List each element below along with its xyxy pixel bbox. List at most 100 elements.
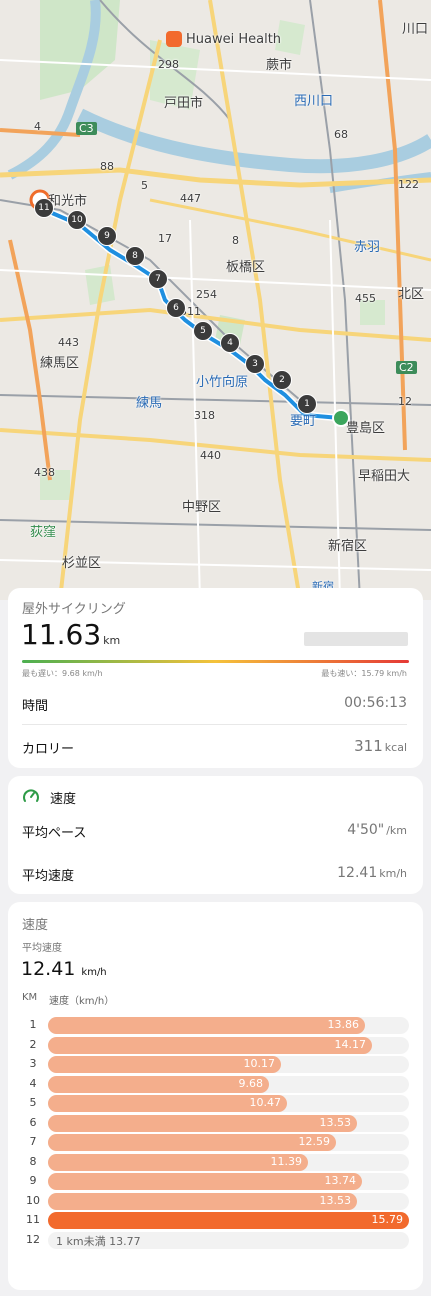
km-pin-11[interactable]: 11: [34, 198, 54, 218]
bar-row-km-10: 10 13.53: [8, 1192, 423, 1210]
chart-avg-unit: km/h: [81, 967, 107, 978]
fastest-speed: 最も速い：15.79 km/h: [321, 669, 407, 678]
chart-ylabel: 速度（km/h）: [49, 996, 115, 1007]
map-label-kotake: 小竹向原: [196, 375, 249, 390]
bar: 13.53: [48, 1192, 357, 1210]
avg-speed-value: 12.41 km/h: [337, 865, 407, 881]
bar-km-label: 6: [29, 1115, 37, 1129]
distance-value: 11.63 km: [21, 618, 120, 651]
bar-value-label: 9.68: [238, 1076, 264, 1090]
map-label-akabane: 赤羽: [354, 240, 381, 255]
km-pin-9[interactable]: 9: [97, 226, 117, 246]
bar-value-label: 11.39: [270, 1154, 303, 1168]
chart-avg-number: 12.41: [21, 958, 76, 980]
speed-gradient-bar: [22, 660, 409, 663]
time-label: 時間: [22, 699, 49, 714]
road-badge-438: 438: [34, 466, 55, 479]
bar: 12.59: [48, 1134, 336, 1151]
avg-pace-unit: /km: [386, 824, 407, 837]
avg-pace-label: 平均ペース: [22, 826, 87, 841]
bar-track: 10.47: [48, 1095, 409, 1112]
bar-km-label: 3: [29, 1057, 37, 1070]
bar-track: 14.17: [48, 1036, 409, 1054]
bar-row-km-11: 11 15.79: [8, 1212, 423, 1229]
bar-track: 13.74: [48, 1173, 409, 1190]
map-label-nerima-ku: 練馬区: [40, 356, 80, 371]
bar: 9.68: [48, 1075, 269, 1093]
bar-row-km-4: 4 9.68: [8, 1075, 423, 1093]
bar-row-km-12: 12 1 km未満 13.77: [8, 1231, 423, 1249]
road-badge-5: 5: [141, 179, 148, 192]
bar-km-label: 2: [29, 1037, 37, 1051]
activity-type: 屋外サイクリング: [22, 602, 126, 617]
bar-row-km-9: 9 13.74: [8, 1173, 423, 1190]
blurred-date: [304, 632, 408, 646]
km-pin-8[interactable]: 8: [125, 246, 145, 266]
calorie-label: カロリー: [22, 742, 75, 757]
road-badge-4: 4: [34, 120, 41, 133]
chart-title: 速度: [22, 918, 49, 933]
bar-value-label: 13.86: [327, 1018, 360, 1031]
km-pin-2[interactable]: 2: [272, 370, 292, 390]
speed-chart-card: 速度 平均速度 12.41 km/h KM 速度（km/h） 1 13.86 2 14.…: [8, 902, 423, 1290]
km-pin-3[interactable]: 3: [245, 354, 265, 374]
speed-card: 速度 平均ペース 4'50"/km 平均速度 12.41 km/h: [8, 776, 423, 894]
huawei-health-marker-icon: [166, 31, 182, 47]
bar: 13.53: [48, 1114, 357, 1132]
bar-row-km-3: 3 10.17: [8, 1056, 423, 1073]
km-pin-10[interactable]: 10: [67, 210, 87, 230]
map-label-toda: 戸田市: [164, 96, 204, 111]
road-badge-17: 17: [158, 232, 172, 245]
km-pin-1[interactable]: 1: [297, 394, 317, 414]
bar-track: 13.86: [48, 1017, 409, 1034]
bar-km-label: 1: [29, 1018, 37, 1031]
avg-speed-unit: km/h: [379, 867, 407, 880]
road-badge-455: 455: [355, 292, 376, 305]
km-pin-5[interactable]: 5: [193, 321, 213, 341]
road-badge-318: 318: [194, 409, 215, 422]
bar-km-label: 11: [26, 1213, 40, 1226]
avg-speed-label: 平均速度: [22, 869, 75, 884]
map-label-ogikubo: 荻窪: [30, 525, 57, 540]
bar-km-label: 10: [26, 1193, 40, 1207]
bar-note-label: 1 km未満 13.77: [56, 1234, 141, 1248]
road-badge-298: 298: [158, 58, 179, 71]
road-badge-254: 254: [196, 288, 217, 301]
avg-pace-number: 4'50": [347, 822, 385, 838]
map-label-nerima: 練馬: [136, 396, 163, 411]
bar-km-label: 12: [26, 1232, 40, 1246]
road-badge-447: 447: [180, 192, 201, 205]
bar-track: 12.59: [48, 1134, 409, 1151]
distance-unit: km: [103, 634, 121, 647]
km-pin-6[interactable]: 6: [166, 298, 186, 318]
bar-track: 15.79: [48, 1212, 409, 1229]
bar-track: 10.17: [48, 1056, 409, 1073]
bar-row-km-8: 8 11.39: [8, 1153, 423, 1171]
bar: 11.39: [48, 1153, 308, 1171]
avg-speed-number: 12.41: [337, 865, 378, 881]
bar-value-label: 13.74: [324, 1174, 357, 1187]
map-label-shinjuku-ku: 新宿区: [328, 539, 368, 554]
km-pin-7[interactable]: 7: [148, 269, 168, 289]
bar-value-label: 10.17: [243, 1057, 276, 1070]
avg-pace-value: 4'50"/km: [347, 822, 407, 838]
road-badge-c3: C3: [76, 122, 97, 135]
divider: [22, 724, 407, 725]
time-value: 00:56:13: [344, 695, 407, 711]
bar-track: 9.68: [48, 1075, 409, 1093]
km-pin-4[interactable]: 4: [220, 333, 240, 353]
road-badge-68: 68: [334, 128, 348, 141]
map-label-huawei: Huawei Health: [186, 32, 282, 47]
bar-km-label: 9: [29, 1174, 37, 1187]
calorie-number: 311: [354, 737, 383, 755]
road-badge-88: 88: [100, 160, 114, 173]
bar: 13.86: [48, 1017, 365, 1034]
chart-xlabel: KM: [22, 992, 38, 1003]
road-badge-122: 122: [398, 178, 419, 191]
road-badge-8: 8: [232, 234, 239, 247]
bar-value-label: 10.47: [249, 1096, 282, 1109]
bar-value-label: 14.17: [334, 1037, 367, 1051]
bar-km-label: 5: [29, 1096, 37, 1109]
route-map[interactable]: Huawei Health 川口 蕨市 戸田市 西川口 和光市 赤羽 板橋区 北…: [0, 0, 431, 600]
bar: 10.47: [48, 1095, 287, 1112]
